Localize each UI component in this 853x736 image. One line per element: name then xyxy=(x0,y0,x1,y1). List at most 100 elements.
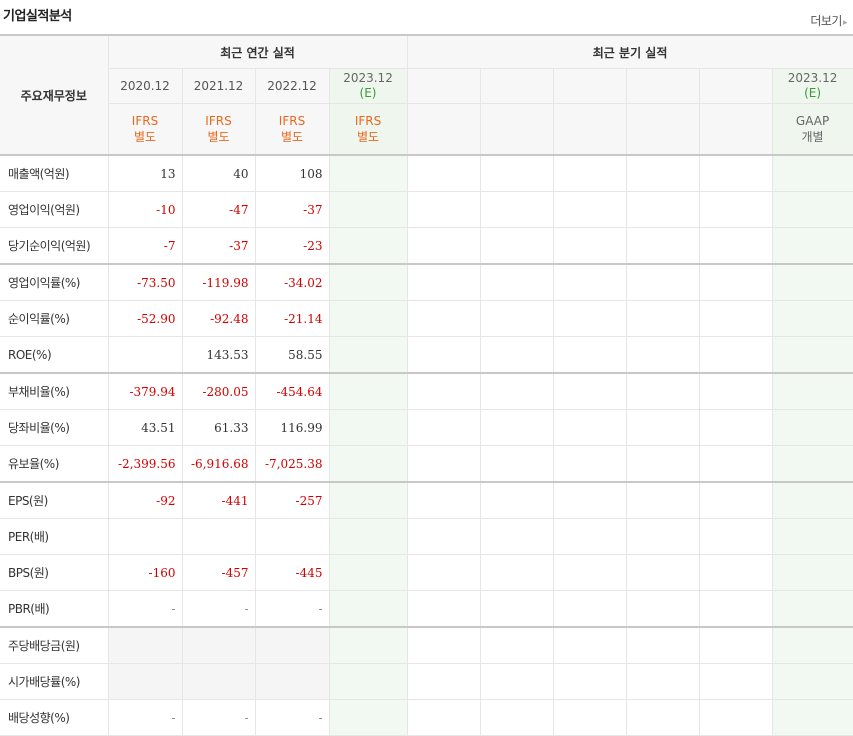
quarter-estimate-cell xyxy=(772,590,853,628)
table-row: 영업이익(억원) -10 -47 -37 xyxy=(0,191,853,228)
row-label: 주당배당금(원) xyxy=(0,626,109,664)
estimate-cell xyxy=(329,227,408,265)
quarter-cell xyxy=(553,154,627,192)
estimate-cell xyxy=(329,554,408,591)
value-cell: - xyxy=(182,590,256,628)
row-label: 영업이익(억원) xyxy=(0,191,109,228)
quarter-cell xyxy=(699,191,773,228)
value-cell: - xyxy=(108,590,183,628)
value-cell: -37 xyxy=(182,227,256,265)
table-row: 당기순이익(억원) -7 -37 -23 xyxy=(0,227,853,265)
quarter-cell xyxy=(626,227,700,265)
quarter-cell xyxy=(480,554,554,591)
value-cell: -280.05 xyxy=(182,372,256,410)
quarter-standard-header xyxy=(553,103,627,156)
quarter-group-header: 최근 분기 실적 xyxy=(407,34,853,69)
value-cell: -10 xyxy=(108,191,183,228)
more-label[interactable]: 더보기 xyxy=(810,14,842,28)
quarter-cell xyxy=(699,154,773,192)
table-row: 순이익률(%) -52.90 -92.48 -21.14 xyxy=(0,300,853,337)
value-cell xyxy=(108,626,183,664)
more-link[interactable]: 더보기▸ xyxy=(810,12,847,29)
value-cell: -379.94 xyxy=(108,372,183,410)
estimate-cell xyxy=(329,154,408,192)
estimate-cell xyxy=(329,372,408,410)
value-cell: 61.33 xyxy=(182,409,256,446)
row-label: EPS(원) xyxy=(0,481,109,519)
value-cell: - xyxy=(255,590,330,628)
value-cell: 108 xyxy=(255,154,330,192)
quarter-cell xyxy=(699,372,773,410)
row-label: PER(배) xyxy=(0,518,109,555)
value-cell xyxy=(255,663,330,700)
quarter-cell xyxy=(626,409,700,446)
quarter-cell xyxy=(407,336,481,374)
financial-summary-table: 주요재무정보 최근 연간 실적 최근 분기 실적 2020.12 2021.12 2022… xyxy=(0,34,853,736)
value-cell: -23 xyxy=(255,227,330,265)
quarter-cell xyxy=(626,699,700,736)
value-cell: -21.14 xyxy=(255,300,330,337)
value-cell: - xyxy=(182,699,256,736)
quarter-cell xyxy=(626,445,700,483)
quarter-cell xyxy=(553,191,627,228)
table-row: PBR(배) - - - xyxy=(0,590,853,628)
quarter-cell xyxy=(480,263,554,301)
quarter-cell xyxy=(626,263,700,301)
quarter-cell xyxy=(626,518,700,555)
value-cell: -441 xyxy=(182,481,256,519)
quarter-standard-header xyxy=(480,103,554,156)
quarter-cell xyxy=(407,554,481,591)
annual-year-header: 2021.12 xyxy=(182,68,256,104)
value-cell: 43.51 xyxy=(108,409,183,446)
quarter-year-header xyxy=(626,68,700,104)
quarter-estimate-cell xyxy=(772,626,853,664)
table-row: 유보율(%) -2,399.56 -6,916.68 -7,025.38 xyxy=(0,445,853,483)
estimate-cell xyxy=(329,445,408,483)
accounting-standard-header: IFRS 별도 xyxy=(182,103,256,156)
value-cell: -52.90 xyxy=(108,300,183,337)
table-row: 당좌비율(%) 43.51 61.33 116.99 xyxy=(0,409,853,446)
quarter-estimate-cell xyxy=(772,518,853,555)
quarter-estimate-cell xyxy=(772,445,853,483)
quarter-cell xyxy=(553,372,627,410)
annual-year-header: 2022.12 xyxy=(255,68,330,104)
quarter-standard-header xyxy=(699,103,773,156)
quarter-standard-header xyxy=(407,103,481,156)
quarter-est-year-header: 2023.12 (E) xyxy=(772,68,853,104)
quarter-estimate-cell xyxy=(772,554,853,591)
quarter-cell xyxy=(553,263,627,301)
value-cell: 58.55 xyxy=(255,336,330,374)
quarter-cell xyxy=(480,372,554,410)
quarter-cell xyxy=(407,409,481,446)
quarter-cell xyxy=(480,300,554,337)
quarter-year-header xyxy=(407,68,481,104)
quarter-cell xyxy=(407,263,481,301)
quarter-cell xyxy=(480,191,554,228)
value-cell: 143.53 xyxy=(182,336,256,374)
quarter-cell xyxy=(699,663,773,700)
quarter-cell xyxy=(480,445,554,483)
value-cell: 116.99 xyxy=(255,409,330,446)
estimate-cell xyxy=(329,336,408,374)
value-cell: -34.02 xyxy=(255,263,330,301)
row-label: 당좌비율(%) xyxy=(0,409,109,446)
chevron-right-icon: ▸ xyxy=(842,18,848,28)
quarter-cell xyxy=(553,409,627,446)
quarter-cell xyxy=(699,409,773,446)
quarter-standard-header xyxy=(626,103,700,156)
accounting-standard-header: IFRS 별도 xyxy=(255,103,330,156)
value-cell: -457 xyxy=(182,554,256,591)
quarter-estimate-cell xyxy=(772,191,853,228)
quarter-cell xyxy=(699,590,773,628)
table-row: 부채비율(%) -379.94 -280.05 -454.64 xyxy=(0,372,853,410)
value-cell: -92 xyxy=(108,481,183,519)
quarter-cell xyxy=(407,445,481,483)
value-cell: 13 xyxy=(108,154,183,192)
quarter-cell xyxy=(699,554,773,591)
quarter-cell xyxy=(626,154,700,192)
quarter-cell xyxy=(407,191,481,228)
quarter-cell xyxy=(626,336,700,374)
estimate-cell xyxy=(329,300,408,337)
row-label: 유보율(%) xyxy=(0,445,109,483)
quarter-cell xyxy=(699,518,773,555)
